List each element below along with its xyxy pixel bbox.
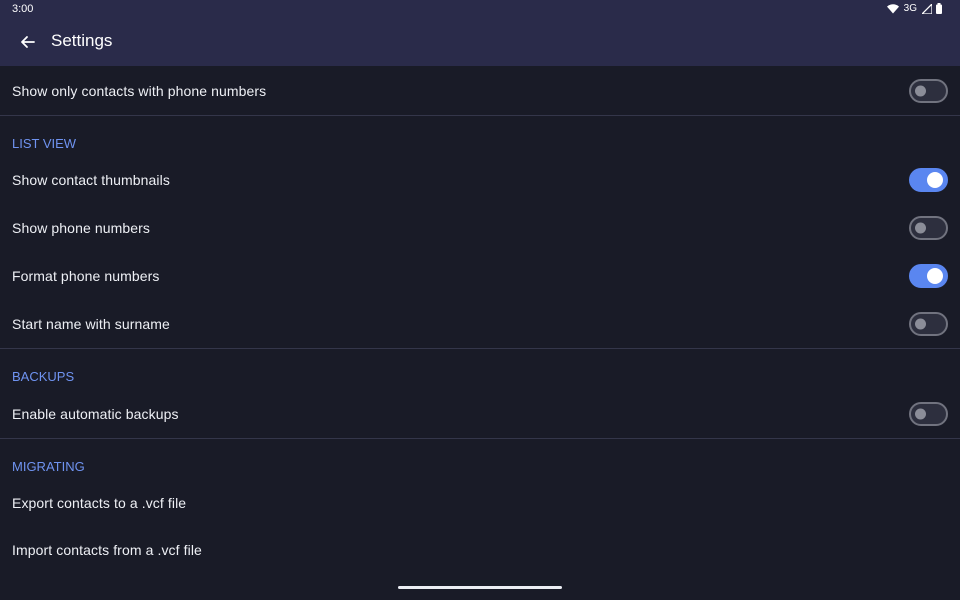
- status-bar: 3:00 3G: [0, 0, 960, 18]
- start-name-with-surname-switch[interactable]: [909, 312, 948, 336]
- export-contacts-item[interactable]: Export contacts to a .vcf file: [0, 479, 960, 526]
- format-phone-numbers-switch[interactable]: [909, 264, 948, 288]
- show-phone-numbers-switch[interactable]: [909, 216, 948, 240]
- import-contacts-item[interactable]: Import contacts from a .vcf file: [0, 526, 960, 573]
- battery-icon: [936, 3, 942, 14]
- section-migrating: MIGRATING: [0, 439, 960, 479]
- show-contact-thumbnails-switch[interactable]: [909, 168, 948, 192]
- setting-label: Show phone numbers: [12, 220, 150, 236]
- section-title-backups: BACKUPS: [12, 369, 75, 384]
- wifi-icon: [886, 3, 899, 14]
- back-button[interactable]: [16, 30, 40, 54]
- setting-label: Show contact thumbnails: [12, 172, 170, 188]
- settings-list: Show only contacts with phone numbers LI…: [0, 66, 960, 573]
- network-type: 3G: [903, 3, 917, 14]
- arrow-back-icon: [21, 36, 35, 48]
- setting-show-only-phone-contacts[interactable]: Show only contacts with phone numbers: [0, 66, 960, 115]
- section-backups: BACKUPS: [0, 349, 960, 389]
- switch-thumb: [927, 172, 943, 188]
- switch-thumb: [915, 408, 926, 419]
- switch-thumb: [915, 318, 926, 330]
- switch-thumb: [915, 222, 926, 234]
- status-icons: 3G: [886, 3, 942, 14]
- setting-format-phone-numbers[interactable]: Format phone numbers: [0, 252, 960, 300]
- section-list-view: LIST VIEW: [0, 116, 960, 156]
- section-title-list-view: LIST VIEW: [12, 136, 77, 151]
- show-only-phone-contacts-switch[interactable]: [909, 78, 948, 103]
- section-title-migrating: MIGRATING: [12, 459, 85, 474]
- enable-automatic-backups-switch[interactable]: [909, 401, 948, 426]
- setting-show-contact-thumbnails[interactable]: Show contact thumbnails: [0, 156, 960, 204]
- cellular-signal-icon: [922, 3, 932, 14]
- setting-label: Start name with surname: [12, 316, 170, 332]
- setting-label: Show only contacts with phone numbers: [12, 82, 267, 99]
- setting-start-name-with-surname[interactable]: Start name with surname: [0, 300, 960, 348]
- status-time: 3:00: [12, 3, 34, 15]
- setting-enable-automatic-backups[interactable]: Enable automatic backups: [0, 389, 960, 438]
- switch-thumb: [915, 85, 926, 96]
- setting-label: Export contacts to a .vcf file: [12, 494, 187, 511]
- setting-label: Import contacts from a .vcf file: [12, 541, 202, 558]
- setting-label: Format phone numbers: [12, 268, 160, 284]
- setting-label: Enable automatic backups: [12, 405, 179, 422]
- gesture-nav-handle[interactable]: [398, 586, 562, 589]
- switch-thumb: [927, 268, 943, 284]
- app-bar: Settings: [0, 18, 960, 66]
- page-title: Settings: [51, 31, 113, 50]
- setting-show-phone-numbers[interactable]: Show phone numbers: [0, 204, 960, 252]
